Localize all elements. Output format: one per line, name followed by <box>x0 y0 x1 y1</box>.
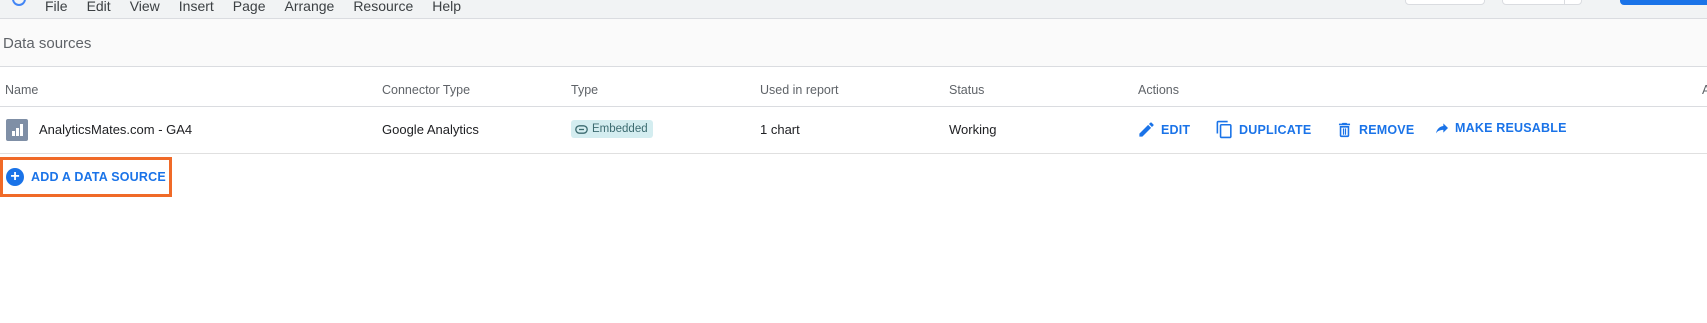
menu-view[interactable]: View <box>130 0 160 14</box>
header-truncated: A <box>1702 83 1707 97</box>
used-in-report: 1 chart <box>760 122 800 137</box>
table-header: Name Connector Type Type Used in report … <box>0 67 1707 107</box>
add-data-source-button[interactable]: + ADD A DATA SOURCE <box>0 157 172 197</box>
duplicate-label: DUPLICATE <box>1239 122 1312 137</box>
link-icon <box>575 124 588 134</box>
bar-chart-icon-bar <box>12 131 15 136</box>
plus-circle-icon: + <box>6 168 24 186</box>
bar-chart-icon-bar <box>20 124 23 136</box>
type-chip: Embedded <box>571 120 653 138</box>
panel-header: Data sources <box>0 19 1707 67</box>
menu-help[interactable]: Help <box>432 0 461 14</box>
menu-resource[interactable]: Resource <box>353 0 413 14</box>
menu-file[interactable]: File <box>45 0 68 14</box>
data-source-name[interactable]: AnalyticsMates.com - GA4 <box>39 122 192 137</box>
add-data-source-label: ADD A DATA SOURCE <box>31 170 166 184</box>
share-arrow-icon <box>1436 123 1448 134</box>
status-text: Working <box>949 122 997 137</box>
table-row: AnalyticsMates.com - GA4 Google Analytic… <box>0 107 1707 154</box>
connector-type: Google Analytics <box>382 122 479 137</box>
app-logo-icon[interactable] <box>12 0 26 6</box>
panel-title: Data sources <box>3 35 92 52</box>
make-reusable-label: MAKE REUSABLE <box>1455 121 1567 135</box>
toolbar-split-button[interactable] <box>1502 0 1582 5</box>
type-chip-label: Embedded <box>592 123 648 135</box>
pencil-icon <box>1139 122 1154 137</box>
menu-insert[interactable]: Insert <box>179 0 214 14</box>
header-connector-type[interactable]: Connector Type <box>382 83 470 97</box>
remove-label: REMOVE <box>1359 123 1415 137</box>
edit-label: EDIT <box>1161 122 1191 137</box>
split-divider <box>1564 0 1565 4</box>
menu-bar: File Edit View Insert Page Arrange Resou… <box>0 0 1707 19</box>
header-status[interactable]: Status <box>949 83 984 97</box>
duplicate-button[interactable]: DUPLICATE <box>1215 120 1311 139</box>
bar-chart-icon-bar <box>16 128 19 136</box>
menu-arrange[interactable]: Arrange <box>285 0 335 14</box>
edit-button[interactable]: EDIT <box>1137 120 1190 139</box>
header-name[interactable]: Name <box>5 83 38 97</box>
primary-action-button[interactable] <box>1620 0 1707 5</box>
trash-icon <box>1338 122 1351 138</box>
copy-icon <box>1216 120 1232 139</box>
make-reusable-button[interactable]: MAKE REUSABLE <box>1434 120 1567 136</box>
remove-button[interactable]: REMOVE <box>1335 120 1414 140</box>
menu-items: File Edit View Insert Page Arrange Resou… <box>45 0 480 14</box>
menu-edit[interactable]: Edit <box>87 0 111 14</box>
menu-page[interactable]: Page <box>233 0 266 14</box>
header-actions: Actions <box>1138 83 1179 97</box>
data-sources-table: Name Connector Type Type Used in report … <box>0 67 1707 154</box>
header-used-in-report[interactable]: Used in report <box>760 83 839 97</box>
header-type[interactable]: Type <box>571 83 598 97</box>
bar-chart-icon <box>6 119 28 141</box>
toolbar-button[interactable] <box>1405 0 1485 5</box>
